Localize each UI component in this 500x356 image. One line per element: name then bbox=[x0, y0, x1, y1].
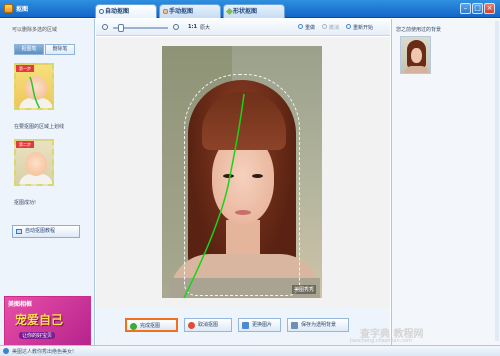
restart-label: 重新开始 bbox=[353, 25, 374, 31]
title-bar: 抠图 自动抠图 手动抠图 形状抠图 – □ × bbox=[0, 0, 500, 18]
history-scrollbar[interactable] bbox=[495, 21, 499, 341]
finish-cutout-label: 完成抠图 bbox=[140, 323, 161, 329]
site-watermark-url: jiaocheng.chazidian.com bbox=[350, 338, 412, 344]
maximize-button[interactable]: □ bbox=[472, 3, 483, 14]
close-button[interactable]: × bbox=[484, 3, 495, 14]
cutout-stroke-line bbox=[183, 93, 245, 298]
scissors-icon bbox=[99, 9, 104, 14]
example-step-2: 第二步 bbox=[14, 139, 54, 186]
tab-manual-cutout[interactable]: 手动抠图 bbox=[159, 4, 221, 18]
promo-banner[interactable]: 美图相框 宠爱自己 让你的好宝贝 bbox=[4, 296, 91, 346]
thumbnail-face bbox=[411, 48, 422, 63]
info-icon bbox=[3, 348, 9, 354]
thumbnail-body bbox=[404, 66, 429, 73]
promo-subtitle: 让你的好宝贝 bbox=[19, 332, 56, 339]
save-transparent-button[interactable]: 保存为透明背景 bbox=[287, 318, 349, 332]
history-thumbnail[interactable] bbox=[400, 36, 431, 74]
action-bar: 完成抠图 取消抠图 更换图片 保存为透明背景 bbox=[96, 307, 390, 345]
portrait-photo[interactable]: 美图秀秀 bbox=[162, 46, 322, 298]
status-text[interactable]: 美图达人教你秀出绝色美女! bbox=[12, 348, 74, 355]
cancel-icon bbox=[188, 322, 195, 329]
window-title: 抠图 bbox=[16, 6, 29, 13]
auto-cutout-tutorial-button[interactable]: 自动抠图教程 bbox=[12, 225, 80, 238]
tab-label: 形状抠图 bbox=[233, 8, 258, 15]
cancel-cutout-button[interactable]: 取消抠图 bbox=[184, 318, 232, 332]
undo-label: 撤消 bbox=[329, 25, 340, 31]
tutorial-icon bbox=[16, 229, 22, 234]
promo-title: 宠爱自己 bbox=[15, 313, 64, 327]
example-stroke-line bbox=[29, 76, 41, 108]
promo-brand: 美图相框 bbox=[8, 301, 33, 308]
redo-icon bbox=[298, 24, 303, 29]
redo-button[interactable]: 重做 bbox=[298, 24, 315, 31]
restart-icon bbox=[346, 24, 351, 29]
hint-text: 可以删除多选的区域 bbox=[12, 27, 58, 33]
tab-auto-cutout[interactable]: 自动抠图 bbox=[95, 4, 157, 18]
zoom-in-icon[interactable] bbox=[173, 24, 179, 30]
zoom-out-icon[interactable] bbox=[102, 24, 108, 30]
redo-label: 重做 bbox=[305, 25, 316, 31]
undo-icon bbox=[322, 24, 327, 29]
photo-watermark: 美图秀秀 bbox=[291, 285, 316, 294]
undo-button[interactable]: 撤消 bbox=[322, 24, 339, 31]
cutout-brush-button[interactable]: 抠图笔 bbox=[14, 44, 44, 55]
finish-cutout-button[interactable]: 完成抠图 bbox=[125, 318, 178, 332]
tab-label: 手动抠图 bbox=[169, 8, 194, 15]
tab-label: 自动抠图 bbox=[105, 8, 130, 15]
minimize-button[interactable]: – bbox=[460, 3, 471, 14]
status-bar: 美图达人教你秀出绝色美女! bbox=[0, 345, 500, 356]
save-icon bbox=[291, 322, 298, 329]
tab-shape-cutout[interactable]: 形状抠图 bbox=[223, 4, 285, 18]
shape-icon bbox=[225, 7, 234, 16]
zoom-slider-thumb[interactable] bbox=[118, 24, 124, 32]
original-size-button[interactable]: 原大 bbox=[200, 24, 210, 31]
cancel-cutout-label: 取消抠图 bbox=[198, 322, 219, 328]
app-icon bbox=[4, 4, 13, 13]
restart-button[interactable]: 重新开始 bbox=[346, 24, 373, 31]
tutorial-label: 自动抠图教程 bbox=[25, 228, 56, 234]
canvas-toolbar: 1:1 原大 重做 撤消 重新开始 bbox=[96, 19, 390, 36]
example-2-caption: 抠图成功! bbox=[14, 200, 37, 206]
step-tag: 第二步 bbox=[16, 141, 34, 148]
example-figure-face bbox=[25, 152, 47, 176]
image-icon bbox=[242, 322, 249, 329]
left-panel: 可以删除多选的区域 抠图笔 删除笔 第一步 在要抠图的区域上划线 第二步 抠图成… bbox=[0, 19, 95, 346]
example-1-caption: 在要抠图的区域上划线 bbox=[14, 124, 65, 130]
check-icon bbox=[130, 323, 137, 330]
replace-image-label: 更换图片 bbox=[252, 322, 273, 328]
history-title: 您之前使用过的背景 bbox=[396, 27, 442, 33]
hand-icon bbox=[163, 9, 168, 14]
save-transparent-label: 保存为透明背景 bbox=[301, 322, 337, 328]
canvas-area[interactable]: 美图秀秀 bbox=[96, 37, 390, 307]
history-panel: 您之前使用过的背景 bbox=[391, 19, 500, 345]
zoom-level: 1:1 bbox=[188, 24, 197, 30]
replace-image-button[interactable]: 更换图片 bbox=[238, 318, 281, 332]
erase-brush-button[interactable]: 删除笔 bbox=[45, 44, 75, 55]
example-step-1: 第一步 bbox=[14, 63, 54, 110]
